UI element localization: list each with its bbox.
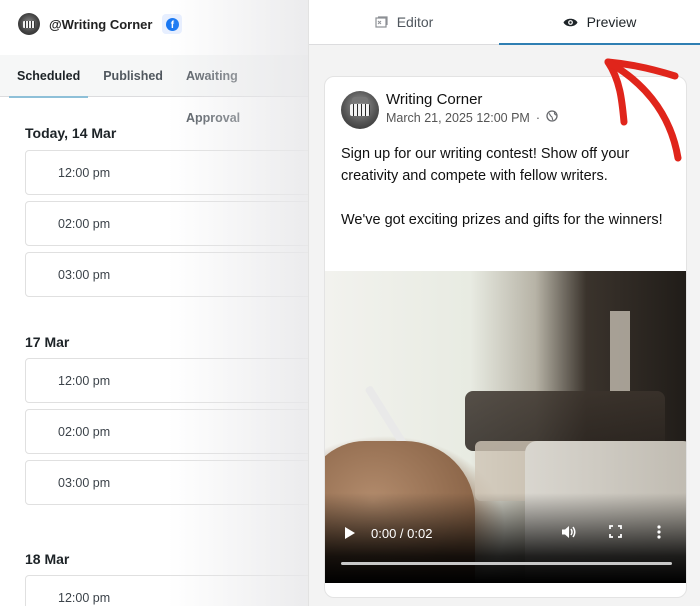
time-slot[interactable]: 12:00 pm bbox=[25, 358, 308, 403]
day-heading: 17 Mar bbox=[25, 334, 70, 350]
account-handle: @Writing Corner bbox=[49, 16, 153, 32]
time-slot[interactable]: 12:00 pm bbox=[25, 575, 308, 606]
schedule-list: Today, 14 Mar 12:00 pm 02:00 pm 03:00 pm… bbox=[0, 97, 308, 606]
tab-preview[interactable]: Preview bbox=[499, 0, 700, 45]
globe-icon bbox=[546, 109, 558, 127]
video-progress-bar[interactable] bbox=[341, 562, 672, 565]
facebook-post-preview: Writing Corner March 21, 2025 12:00 PM ·… bbox=[324, 76, 687, 598]
post-header: Writing Corner March 21, 2025 12:00 PM · bbox=[325, 77, 686, 129]
tab-scheduled[interactable]: Scheduled bbox=[8, 55, 89, 98]
video-controls: 0:00 / 0:02 bbox=[325, 519, 686, 547]
video-player[interactable]: 0:00 / 0:02 bbox=[325, 271, 686, 583]
time-slot[interactable]: 12:00 pm bbox=[25, 150, 308, 195]
tab-editor[interactable]: Editor bbox=[309, 0, 499, 44]
fullscreen-icon[interactable] bbox=[609, 525, 622, 541]
play-icon[interactable] bbox=[345, 527, 355, 539]
post-text: Sign up for our writing contest! Show of… bbox=[325, 129, 686, 231]
day-heading: 18 Mar bbox=[25, 551, 70, 567]
account-avatar bbox=[18, 13, 40, 35]
time-slot[interactable]: 02:00 pm bbox=[25, 409, 308, 454]
editor-icon bbox=[375, 16, 388, 28]
day-heading: Today, 14 Mar bbox=[25, 125, 117, 141]
account-header: @Writing Corner f bbox=[0, 0, 308, 48]
post-paragraph: Sign up for our writing contest! Show of… bbox=[341, 146, 630, 184]
time-slot[interactable]: 02:00 pm bbox=[25, 201, 308, 246]
schedule-panel: @Writing Corner f Scheduled Published Aw… bbox=[0, 0, 308, 606]
time-slot[interactable]: 03:00 pm bbox=[25, 460, 308, 505]
facebook-icon: f bbox=[162, 14, 183, 34]
editor-preview-tabs: Editor Preview bbox=[309, 0, 700, 45]
tab-editor-label: Editor bbox=[396, 14, 434, 30]
post-date: March 21, 2025 12:00 PM bbox=[386, 111, 530, 125]
tab-awaiting-approval[interactable]: Awaiting Approval bbox=[186, 55, 285, 125]
eye-icon bbox=[563, 17, 578, 28]
preview-panel: Editor Preview Writing Corner March 21, … bbox=[308, 0, 700, 606]
page-name: Writing Corner bbox=[386, 91, 483, 108]
more-options-icon[interactable] bbox=[657, 524, 661, 542]
video-time: 0:00 / 0:02 bbox=[371, 525, 433, 541]
schedule-tabs: Scheduled Published Awaiting Approval bbox=[0, 55, 308, 125]
page-avatar bbox=[341, 91, 379, 129]
post-paragraph: We've got exciting prizes and gifts for … bbox=[341, 212, 663, 228]
tab-preview-label: Preview bbox=[586, 14, 637, 30]
volume-icon[interactable] bbox=[561, 525, 577, 542]
post-meta: March 21, 2025 12:00 PM · bbox=[386, 109, 558, 127]
time-slot[interactable]: 03:00 pm bbox=[25, 252, 308, 297]
tab-published[interactable]: Published bbox=[103, 55, 163, 97]
meta-separator: · bbox=[535, 111, 541, 125]
